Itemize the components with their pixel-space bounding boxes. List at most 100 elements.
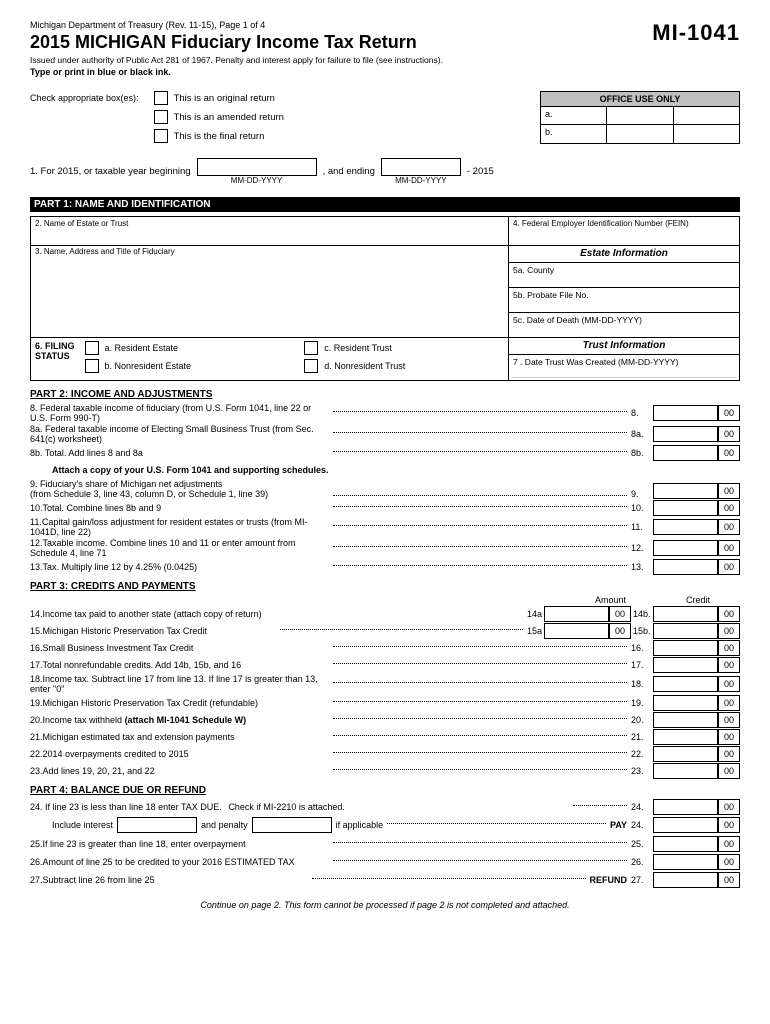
line11-amount[interactable]	[653, 519, 718, 535]
line12-desc: 12.Taxable income. Combine lines 10 and …	[30, 538, 329, 558]
line10-amount[interactable]	[653, 500, 718, 516]
line15a-amount[interactable]	[544, 623, 609, 639]
checkbox-amended[interactable]	[154, 110, 168, 124]
checkbox-final[interactable]	[154, 129, 168, 143]
line8a-amount[interactable]	[653, 426, 718, 442]
interest-input[interactable]	[117, 817, 197, 833]
dotted-24b	[387, 823, 606, 824]
line13-text: Tax. Multiply line 12 by 4.25% (0.0425)	[43, 562, 198, 572]
line13-cents: 00	[718, 559, 740, 575]
field7-label: 7 . Date Trust Was Created (MM-DD-YYYY)	[513, 357, 735, 367]
line14-sub-num: 14a	[527, 609, 542, 619]
line26-amount[interactable]	[653, 854, 718, 870]
field5a-input[interactable]	[513, 275, 735, 285]
line17-amount[interactable]	[653, 657, 718, 673]
line25-amount[interactable]	[653, 836, 718, 852]
checkbox-nonresident-trust[interactable]	[304, 359, 318, 373]
dotted-10	[333, 506, 628, 507]
credit-label: Credit	[686, 595, 710, 605]
attach-text: Attach a copy of your U.S. Form 1041 and…	[52, 465, 329, 475]
office-cell-b-val[interactable]	[607, 125, 673, 143]
line21-cents: 00	[718, 729, 740, 745]
line24-amount[interactable]	[653, 799, 718, 815]
line14a-amount[interactable]	[544, 606, 609, 622]
office-cell-a-extra[interactable]	[674, 107, 739, 124]
line20-amount[interactable]	[653, 712, 718, 728]
line18-amount[interactable]	[653, 676, 718, 692]
line20-cents: 00	[718, 712, 740, 728]
estate-name-input[interactable]	[35, 228, 504, 238]
line27-desc: 27.Subtract line 26 from line 25	[30, 875, 308, 885]
fiduciary-estate-row: 3. Name, Address and Title of Fiduciary …	[30, 245, 740, 338]
line11-ref: 11.	[631, 522, 651, 532]
penalty-input[interactable]	[252, 817, 332, 833]
line27-amount[interactable]	[653, 872, 718, 888]
fein-input[interactable]	[513, 228, 735, 238]
balance-line-24b: Include interest and penalty if applicab…	[52, 817, 740, 833]
line19-amount[interactable]	[653, 695, 718, 711]
line22-desc: 22.2014 overpayments credited to 2015	[30, 749, 329, 759]
office-cell-a-val[interactable]	[607, 107, 673, 124]
field2-label: 2. Name of Estate or Trust	[35, 219, 504, 228]
field5a-label: 5a. County	[513, 265, 735, 275]
line9-amount[interactable]	[653, 483, 718, 499]
line8a-desc: 8a. Federal taxable income of Electing S…	[30, 424, 329, 444]
filing-d-label: d. Nonresident Trust	[324, 361, 405, 371]
dotted-8a	[333, 432, 628, 433]
line12-amount[interactable]	[653, 540, 718, 556]
line21-amount[interactable]	[653, 729, 718, 745]
line23-amount[interactable]	[653, 763, 718, 779]
line8b-amount[interactable]	[653, 445, 718, 461]
print-note: Type or print in blue or black ink.	[30, 67, 443, 77]
field5c-input[interactable]	[513, 325, 735, 335]
line11-desc: 11.Capital gain/loss adjustment for resi…	[30, 517, 329, 537]
attach-note: Attach a copy of your U.S. Form 1041 and…	[30, 465, 740, 475]
balance-line-27: 27.Subtract line 26 from line 25 REFUND …	[30, 872, 740, 888]
line18-desc: 18.Income tax. Subtract line 17 from lin…	[30, 674, 329, 694]
line16-amount[interactable]	[653, 640, 718, 656]
dotted-24	[573, 805, 627, 806]
tax-year-text2: , and ending	[323, 166, 375, 177]
filing-title: 6. FILING STATUS	[35, 341, 75, 361]
tax-year-row: 1. For 2015, or taxable year beginning M…	[30, 158, 740, 185]
line8a-num: 8a.	[30, 424, 43, 434]
fiduciary-input[interactable]	[35, 256, 504, 326]
line13-amount[interactable]	[653, 559, 718, 575]
header: Michigan Department of Treasury (Rev. 11…	[30, 20, 740, 87]
line8-amount[interactable]	[653, 405, 718, 421]
office-cell-a-label: a.	[541, 107, 607, 124]
line14b-amount[interactable]	[653, 606, 718, 622]
checkbox-resident-trust[interactable]	[304, 341, 318, 355]
line24-pay-amount[interactable]	[653, 817, 718, 833]
fein-cell: 4. Federal Employer Identification Numbe…	[509, 217, 739, 245]
office-cell-b-extra[interactable]	[674, 125, 739, 143]
checkbox-nonresident-estate[interactable]	[85, 359, 99, 373]
income-line-23: 23.Add lines 19, 20, 21, and 22 23. 00	[30, 763, 740, 779]
header-left: Michigan Department of Treasury (Rev. 11…	[30, 20, 443, 87]
line15b-amount[interactable]	[653, 623, 718, 639]
field5b-input[interactable]	[513, 300, 735, 310]
field5b-row: 5b. Probate File No.	[509, 288, 739, 313]
office-use-box: OFFICE USE ONLY a. b.	[540, 91, 740, 144]
dotted-25	[333, 842, 628, 843]
tax-year-start-input[interactable]	[197, 158, 317, 176]
line22-amount[interactable]	[653, 746, 718, 762]
final-label: This is the final return	[174, 131, 265, 142]
line22-cents: 00	[718, 746, 740, 762]
line9-cents: 00	[718, 483, 740, 499]
checkbox-original[interactable]	[154, 91, 168, 105]
name-fein-row: 2. Name of Estate or Trust 4. Federal Em…	[30, 216, 740, 246]
tax-year-end-input[interactable]	[381, 158, 461, 176]
line12-ref: 12.	[631, 543, 651, 553]
checkbox-resident-estate[interactable]	[85, 341, 99, 355]
line25-desc: 25.If line 23 is greater than line 18, e…	[30, 839, 329, 849]
line9-text: Fiduciary's share of Michigan net adjust…	[30, 479, 268, 499]
field4-label: 4. Federal Employer Identification Numbe…	[513, 219, 735, 228]
income-line-12: 12.Taxable income. Combine lines 10 and …	[30, 538, 740, 558]
line24-check-text: Check if MI-2210 is attached.	[228, 802, 345, 812]
estate-name-cell: 2. Name of Estate or Trust	[31, 217, 509, 245]
line8a-ref: 8a.	[631, 429, 651, 439]
field7-input[interactable]	[513, 367, 735, 378]
dotted-17	[333, 663, 628, 664]
field5c-row: 5c. Date of Death (MM-DD-YYYY)	[509, 313, 739, 337]
